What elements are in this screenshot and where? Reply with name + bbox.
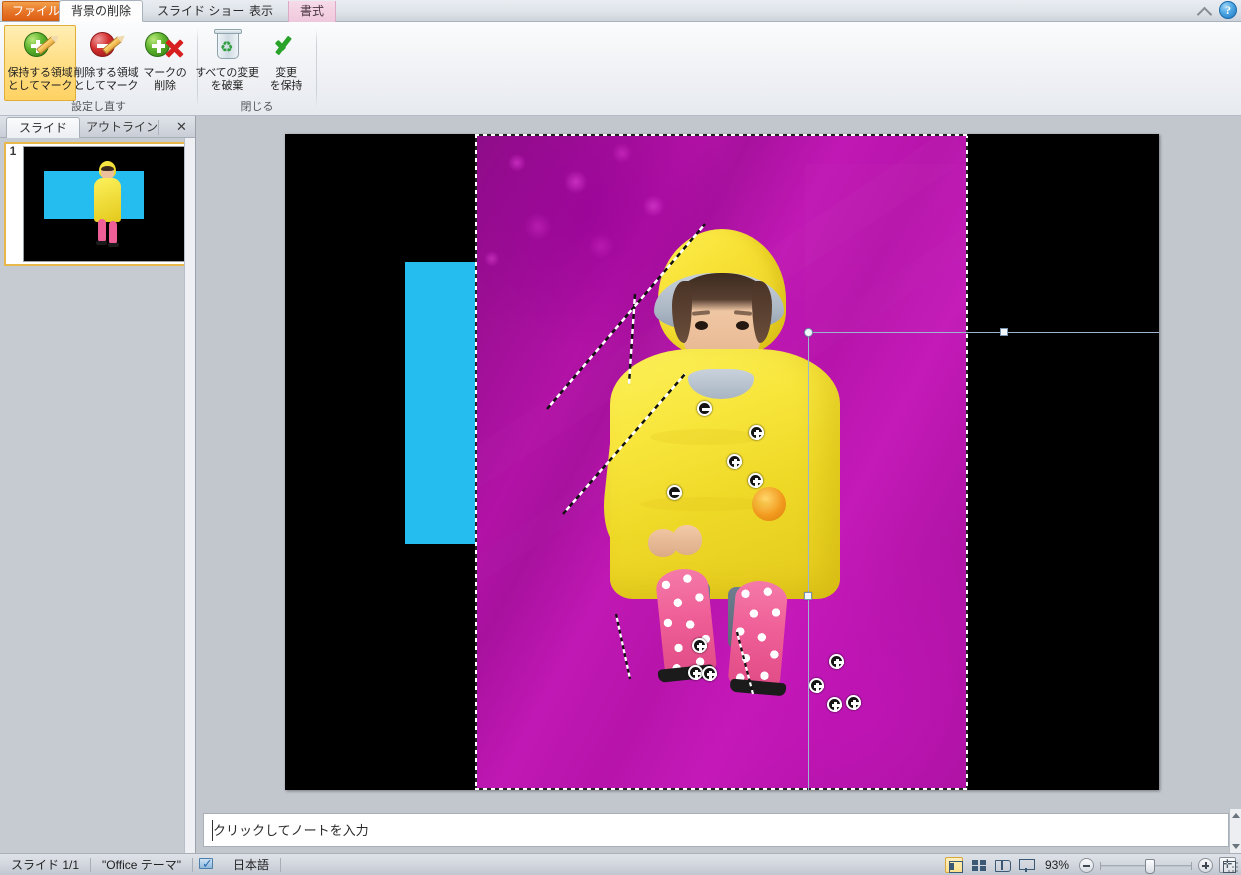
notes-placeholder: クリックしてノートを入力 — [213, 823, 369, 838]
ribbon: 保持する領域 としてマーク 削除する領域 としてマーク マークの 削除 設定し直… — [0, 22, 1241, 116]
mark-plus-4[interactable] — [692, 638, 707, 653]
pane-tab-divider — [158, 120, 159, 135]
notes-scrollbar[interactable] — [1229, 809, 1241, 853]
rain-boot-right — [727, 578, 789, 692]
ribbon-group-refine: 保持する領域 としてマーク 削除する領域 としてマーク マークの 削除 設定し直… — [0, 22, 197, 116]
ribbon-group-separator-2 — [316, 28, 317, 108]
coat-fold-2 — [640, 497, 770, 511]
keep-changes-label: 変更 を保持 — [269, 67, 303, 92]
slide-thumbnail-image — [23, 146, 187, 262]
zoom-slider-thumb[interactable] — [1145, 858, 1155, 874]
mark-plus-1[interactable] — [749, 425, 764, 440]
zoom-slider[interactable] — [1100, 858, 1192, 874]
help-question-icon[interactable]: ? — [1219, 1, 1237, 19]
collapse-ribbon-icon[interactable] — [1197, 3, 1212, 18]
ribbon-tab-strip: ファイル 背景の削除 スライド ショー 表示 書式 ? — [0, 0, 1241, 22]
mark-keep-label: 保持する領域 としてマーク — [7, 67, 73, 92]
discard-changes-button[interactable]: ♻ すべての変更 を破棄 — [192, 25, 262, 101]
mark-minus-2[interactable] — [667, 485, 682, 500]
language-label[interactable]: 日本語 — [222, 856, 280, 873]
slide-thumbnail-pane: スライド アウトライン ✕ 1 — [0, 116, 195, 853]
window-controls: ? — [1197, 1, 1237, 19]
pane-tab-strip: スライド アウトライン ✕ — [0, 116, 195, 138]
slide-thumbnail-1[interactable]: 1 — [4, 142, 189, 266]
theme-name[interactable]: "Office テーマ" — [91, 856, 192, 873]
zoom-level-label: 93% — [1044, 858, 1069, 872]
mark-plus-7[interactable] — [829, 654, 844, 669]
mark-remove-icon — [86, 30, 126, 64]
notes-pane: クリックしてノートを入力 — [195, 809, 1241, 853]
zoom-in-button[interactable] — [1198, 857, 1213, 873]
mark-plus-8[interactable] — [809, 678, 824, 693]
mark-remove-button[interactable]: 削除する領域 としてマーク — [70, 25, 142, 101]
view-slideshow-icon[interactable] — [1017, 857, 1035, 873]
pane-tab-outline[interactable]: アウトライン — [74, 117, 170, 138]
mark-keep-button[interactable]: 保持する領域 としてマーク — [4, 25, 76, 101]
handle-top-center[interactable] — [1000, 328, 1008, 336]
mark-plus-6[interactable] — [702, 666, 717, 681]
view-reading-icon[interactable] — [993, 857, 1011, 873]
child-eye-left — [695, 321, 708, 330]
child-figure — [580, 229, 870, 699]
thumbnail-child-figure — [90, 161, 124, 259]
ribbon-group-close-label: 閉じる — [240, 101, 274, 113]
mark-minus-1[interactable] — [697, 401, 712, 416]
child-eye-right — [736, 321, 749, 330]
status-divider-3 — [280, 857, 282, 872]
notes-caret — [212, 820, 213, 841]
tab-format[interactable]: 書式 — [288, 1, 337, 22]
mark-plus-2[interactable] — [748, 473, 763, 488]
discard-changes-label: すべての変更 を破棄 — [195, 67, 259, 92]
child-hand-right — [672, 525, 702, 555]
zoom-out-button[interactable] — [1079, 857, 1094, 873]
mark-keep-icon — [20, 30, 60, 64]
picture-background-removal[interactable] — [475, 134, 968, 790]
spellcheck-icon[interactable]: ✓ — [193, 856, 222, 874]
keep-changes-icon — [266, 30, 306, 64]
status-bar: スライド 1/1 "Office テーマ" ✓ 日本語 93% — [0, 853, 1241, 875]
delete-mark-icon — [145, 30, 185, 64]
close-pane-icon[interactable]: ✕ — [173, 119, 190, 135]
mark-plus-10[interactable] — [846, 695, 861, 710]
rain-boot-left — [654, 566, 718, 680]
slide-number-label: 1 — [9, 144, 17, 158]
status-bar-right: 93% — [944, 854, 1236, 875]
slide-edit-area — [195, 116, 1241, 809]
mark-plus-5[interactable] — [688, 665, 703, 680]
ribbon-group-close: ♻ すべての変更 を破棄 変更 を保持 閉じる — [195, 22, 316, 116]
delete-mark-button[interactable]: マークの 削除 — [136, 25, 194, 101]
resize-grip[interactable] — [1227, 861, 1239, 873]
pane-tab-slides[interactable]: スライド — [6, 117, 81, 138]
thumbnail-pane-scrollbar[interactable] — [184, 138, 195, 853]
coat-fold-1 — [650, 429, 760, 445]
mark-remove-label: 削除する領域 としてマーク — [73, 67, 139, 92]
slide-canvas[interactable] — [285, 134, 1159, 790]
notes-scroll-up-icon[interactable] — [1232, 813, 1240, 818]
notes-scroll-down-icon[interactable] — [1232, 844, 1240, 849]
discard-changes-icon: ♻ — [207, 29, 247, 64]
view-normal-icon[interactable] — [944, 857, 963, 873]
ribbon-group-refine-label: 設定し直す — [71, 101, 126, 113]
notes-input[interactable]: クリックしてノートを入力 — [203, 813, 1229, 847]
mark-plus-3[interactable] — [727, 454, 742, 469]
tab-background-removal[interactable]: 背景の削除 — [59, 0, 144, 22]
view-slide-sorter-icon[interactable] — [968, 857, 987, 873]
tab-view[interactable]: 表示 — [238, 1, 284, 22]
slide-counter[interactable]: スライド 1/1 — [0, 856, 90, 873]
mark-plus-9[interactable] — [827, 697, 842, 712]
delete-mark-label: マークの 削除 — [143, 67, 187, 92]
keep-changes-button[interactable]: 変更 を保持 — [258, 25, 314, 101]
powerpoint-window: ファイル 背景の削除 スライド ショー 表示 書式 ? 保持する領域 としてマー… — [0, 0, 1241, 875]
